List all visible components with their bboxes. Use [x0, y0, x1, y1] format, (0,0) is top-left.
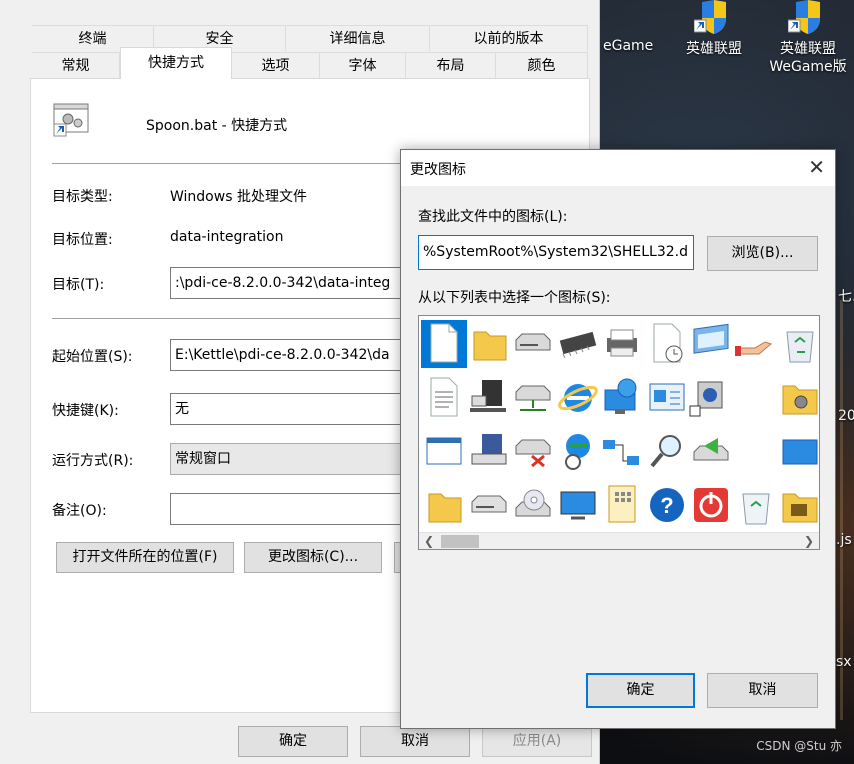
tab-details[interactable]: 详细信息	[286, 25, 430, 51]
target-type-label: 目标类型:	[52, 189, 113, 205]
desktop-icon-lol-wegame[interactable]: 英雄联盟 WeGame版	[760, 0, 854, 76]
window-app-icon[interactable]	[688, 320, 734, 368]
desktop-fragment: .js	[836, 532, 852, 548]
tab-shortcut[interactable]: 快捷方式	[120, 47, 232, 79]
shield-icon	[693, 0, 734, 36]
control-panel-icon[interactable]	[644, 374, 690, 422]
open-file-location-button[interactable]: 打开文件所在的位置(F)	[56, 542, 234, 573]
target-location-label: 目标位置:	[52, 232, 113, 248]
icon-list[interactable]: ? ❮ ❯	[418, 315, 820, 550]
globe-search-icon[interactable]	[555, 428, 601, 476]
scrollbar-thumb[interactable]	[441, 535, 479, 548]
close-icon[interactable]: ✕	[808, 155, 825, 179]
drive-icon[interactable]	[510, 320, 556, 368]
folder-icon[interactable]	[466, 320, 512, 368]
folder-plain-icon[interactable]	[421, 482, 467, 530]
change-icon-dialog: 更改图标 ✕ 查找此文件中的图标(L): %SystemRoot%\System…	[400, 149, 836, 729]
memory-chip-icon[interactable]	[555, 320, 601, 368]
tab-layout[interactable]: 布局	[406, 52, 496, 78]
desktop-icon-lol[interactable]: 英雄联盟	[666, 0, 762, 58]
tab-general[interactable]: 常规	[32, 52, 120, 78]
floppy-drive-icon[interactable]	[466, 428, 512, 476]
tab-font[interactable]: 字体	[320, 52, 406, 78]
icon-file-path-input[interactable]: %SystemRoot%\System32\SHELL32.d	[418, 235, 694, 270]
target-label: 目标(T):	[52, 277, 105, 293]
desktop-fragment: sx	[836, 654, 852, 670]
empty-icon[interactable]	[733, 428, 779, 476]
desktop-fragment-wegame: eGame	[603, 38, 654, 54]
globe-monitor-icon[interactable]	[599, 374, 645, 422]
desktop-icon-label: 英雄联盟	[686, 41, 742, 57]
comment-field[interactable]	[170, 493, 410, 525]
tab-colors[interactable]: 颜色	[496, 52, 588, 78]
ok-button[interactable]: 确定	[238, 726, 348, 757]
desktop-fragment: 20	[838, 408, 854, 424]
horizontal-scrollbar[interactable]: ❮ ❯	[419, 532, 819, 549]
blank-document-icon[interactable]	[421, 320, 467, 368]
hard-drive-icon[interactable]	[466, 482, 512, 530]
recycle-bin-full-icon[interactable]	[777, 320, 819, 368]
tab-previous-versions[interactable]: 以前的版本	[430, 25, 588, 51]
grid-document-icon[interactable]	[599, 482, 645, 530]
dialog-ok-button[interactable]: 确定	[586, 673, 695, 708]
magnifier-icon[interactable]	[644, 428, 690, 476]
target-type-value: Windows 批处理文件	[170, 189, 307, 205]
run-select[interactable]: 常规窗口	[170, 443, 410, 475]
look-for-icons-label: 查找此文件中的图标(L):	[418, 209, 568, 225]
disconnected-drive-icon[interactable]	[510, 428, 556, 476]
dialog-title-bar: 更改图标 ✕	[401, 150, 835, 186]
comment-label: 备注(O):	[52, 503, 107, 519]
watermark: CSDN @Stu 亦	[756, 739, 842, 753]
scroll-right-icon[interactable]: ❯	[801, 533, 817, 549]
folder-settings-icon[interactable]	[777, 374, 819, 422]
change-icon-button[interactable]: 更改图标(C)...	[244, 542, 382, 573]
recycle-bin-empty-icon[interactable]	[733, 482, 779, 530]
network-connection-icon[interactable]	[599, 428, 645, 476]
cancel-button[interactable]: 取消	[360, 726, 470, 757]
apply-button[interactable]: 应用(A)	[482, 726, 592, 757]
desktop-fragment: 七.	[838, 289, 854, 305]
text-document-icon[interactable]	[421, 374, 467, 422]
start-in-label: 起始位置(S):	[52, 349, 133, 365]
network-drive-icon[interactable]	[510, 374, 556, 422]
browse-button[interactable]: 浏览(B)...	[707, 236, 818, 271]
shortcut-filename: Spoon.bat - 快捷方式	[146, 118, 288, 134]
start-in-field[interactable]: E:\Kettle\pdi-ce-8.2.0.0-342\da	[170, 339, 410, 371]
clock-document-icon[interactable]	[644, 320, 690, 368]
select-icon-label: 从以下列表中选择一个图标(S):	[418, 290, 611, 306]
shortcut-key-field[interactable]: 无	[170, 393, 410, 425]
dialog-cancel-button[interactable]: 取消	[707, 673, 818, 708]
target-field[interactable]: :\pdi-ce-8.2.0.0-342\data-integ	[170, 267, 410, 299]
help-question-icon[interactable]: ?	[644, 482, 690, 530]
network-drive-computer-icon[interactable]	[466, 374, 512, 422]
batch-file-icon	[52, 102, 90, 138]
hand-share-icon[interactable]	[733, 320, 779, 368]
media-shortcut-icon[interactable]	[688, 374, 734, 422]
shield-icon	[787, 0, 828, 36]
desktop-icon-label: 英雄联盟 WeGame版	[769, 41, 847, 75]
scroll-left-icon[interactable]: ❮	[421, 533, 437, 549]
application-window-icon[interactable]	[421, 428, 467, 476]
printer-icon[interactable]	[599, 320, 645, 368]
power-button-icon[interactable]	[688, 482, 734, 530]
svg-text:?: ?	[660, 493, 673, 518]
settings-folder-partial-icon[interactable]	[733, 374, 779, 422]
shortcut-key-label: 快捷键(K):	[52, 403, 119, 419]
green-arrow-drive-icon[interactable]	[688, 428, 734, 476]
computer-monitor-icon[interactable]	[555, 482, 601, 530]
target-location-value: data-integration	[170, 229, 284, 245]
internet-explorer-icon[interactable]	[555, 374, 601, 422]
control-folder-icon[interactable]	[777, 482, 819, 530]
run-label: 运行方式(R):	[52, 453, 134, 469]
tab-options[interactable]: 选项	[232, 52, 320, 78]
cd-drive-icon[interactable]	[510, 482, 556, 530]
blue-desktop-icon[interactable]	[777, 428, 819, 476]
dialog-title: 更改图标	[410, 162, 466, 178]
